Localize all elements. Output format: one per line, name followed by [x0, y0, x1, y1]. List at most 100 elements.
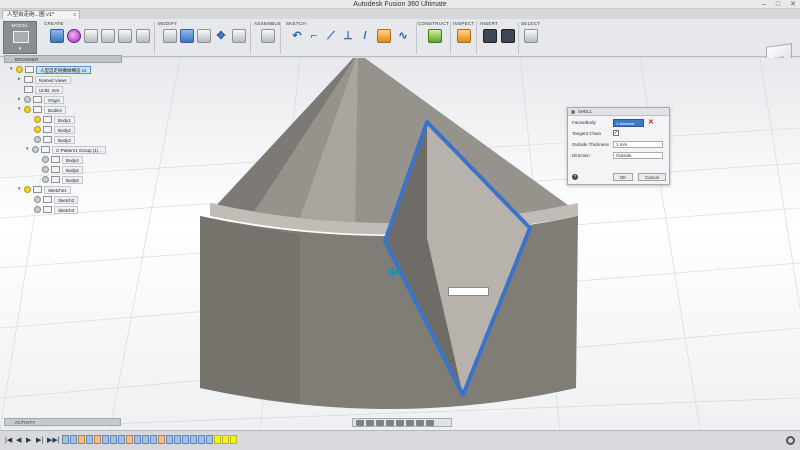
group-select-label[interactable]: SELECT: [521, 21, 540, 26]
sketch-palette-icon[interactable]: [377, 29, 391, 43]
timeline-feature[interactable]: [174, 435, 181, 444]
timeline-feature-active[interactable]: [222, 435, 229, 444]
timeline-feature[interactable]: [118, 435, 125, 444]
direction-select[interactable]: Outside: [613, 152, 663, 159]
pan-icon[interactable]: [376, 419, 384, 426]
measure-icon[interactable]: [457, 29, 471, 43]
timeline-feature[interactable]: [126, 435, 133, 444]
group-modify-label[interactable]: MODIFY: [158, 21, 177, 26]
viewports-icon[interactable]: [426, 419, 434, 426]
shell-dialog-header[interactable]: SHELL: [568, 108, 669, 116]
new-component-icon[interactable]: [50, 29, 64, 43]
group-inspect-label[interactable]: INSPECT: [453, 21, 475, 26]
hole-icon[interactable]: [118, 29, 132, 43]
timeline-feature[interactable]: [70, 435, 77, 444]
play-icon[interactable]: ▶: [26, 436, 31, 444]
group-create-label[interactable]: CREATE: [44, 21, 64, 26]
browser-item-body5[interactable]: Body5: [42, 165, 83, 174]
browser-item-body3[interactable]: Body3: [34, 135, 75, 144]
browser-item-body1[interactable]: Body1: [34, 115, 75, 124]
ok-button[interactable]: OK: [613, 173, 633, 181]
offset-plane-icon[interactable]: [428, 29, 442, 43]
clear-selection-icon[interactable]: ✕: [648, 118, 654, 126]
joint-icon[interactable]: [261, 29, 275, 43]
press-pull-icon[interactable]: [163, 29, 177, 43]
browser-item-bodies[interactable]: ▾ Bodies: [18, 105, 66, 114]
spline-icon[interactable]: ∿: [396, 29, 410, 43]
browser-header[interactable]: BROWSER: [4, 55, 122, 63]
browser-item-named-views[interactable]: ▸ Named Views: [18, 75, 71, 84]
timeline-feature[interactable]: [158, 435, 165, 444]
timeline-feature-active[interactable]: [214, 435, 221, 444]
extrude-icon[interactable]: [84, 29, 98, 43]
revolve-icon[interactable]: [101, 29, 115, 43]
timeline-feature[interactable]: [62, 435, 69, 444]
timeline-feature[interactable]: [150, 435, 157, 444]
timeline-feature[interactable]: [94, 435, 101, 444]
timeline-feature[interactable]: [78, 435, 85, 444]
project-icon[interactable]: ⊥: [341, 29, 355, 43]
timeline-feature[interactable]: [86, 435, 93, 444]
move-icon[interactable]: ✥: [214, 29, 228, 43]
browser-item-units[interactable]: Units: mm: [24, 85, 64, 94]
browser-item-sketches[interactable]: ▾ Sketches: [18, 185, 71, 194]
timeline-feature[interactable]: [190, 435, 197, 444]
activity-panel[interactable]: ACTIVITY: [4, 418, 121, 426]
cancel-button[interactable]: Cancel: [638, 173, 666, 181]
group-insert-label[interactable]: INSERT: [480, 21, 498, 26]
maximize-button[interactable]: □: [776, 0, 780, 9]
close-tab-icon[interactable]: x: [73, 11, 76, 19]
browser-item-sketch2[interactable]: Sketch2: [34, 195, 79, 204]
minimize-button[interactable]: –: [762, 0, 766, 9]
faces-selection-button[interactable]: 1 selected: [613, 119, 644, 127]
timeline-feature[interactable]: [198, 435, 205, 444]
insert-image-icon[interactable]: [483, 29, 497, 43]
fit-icon[interactable]: [396, 419, 404, 426]
tangent-chain-checkbox[interactable]: ✓: [613, 130, 619, 136]
line-icon[interactable]: /: [358, 29, 372, 43]
timeline-feature[interactable]: [206, 435, 213, 444]
fillet-sketch-icon[interactable]: ⌐: [307, 29, 321, 43]
chamfer-icon[interactable]: [197, 29, 211, 43]
browser-item-body4[interactable]: Body4: [42, 155, 83, 164]
timeline-feature[interactable]: [182, 435, 189, 444]
go-to-start-icon[interactable]: |◀: [5, 436, 12, 444]
browser-item-pattern-group[interactable]: ▾ C-Pattern1 Group (1)...: [26, 145, 107, 154]
group-assemble-label[interactable]: ASSEMBLE: [254, 21, 281, 26]
arc-sketch-icon[interactable]: ↶: [290, 29, 304, 43]
go-to-end-icon[interactable]: ▶▶|: [47, 436, 60, 444]
browser-item-body6[interactable]: Body6: [42, 175, 83, 184]
close-window-button[interactable]: ✕: [790, 0, 796, 9]
browser-item-sketch3[interactable]: Sketch3: [34, 205, 79, 214]
browser-root[interactable]: ▾ 人型自走砲機械構造 v1: [10, 65, 91, 74]
step-forward-icon[interactable]: ▶|: [36, 436, 43, 444]
help-icon[interactable]: ?: [572, 174, 578, 180]
workspace-switcher[interactable]: MODEL ▾: [3, 21, 37, 54]
look-at-icon[interactable]: [366, 419, 374, 426]
insert-mesh-icon[interactable]: [501, 29, 515, 43]
group-construct-label[interactable]: CONSTRUCT: [418, 21, 449, 26]
group-sketch-label[interactable]: SKETCH: [286, 21, 306, 26]
select-icon[interactable]: [524, 29, 538, 43]
thickness-input[interactable]: 1 mm: [613, 141, 663, 148]
distance-input[interactable]: [448, 287, 489, 296]
timeline-feature[interactable]: [166, 435, 173, 444]
timeline-feature[interactable]: [142, 435, 149, 444]
sculpt-icon[interactable]: [67, 29, 81, 43]
timeline-feature[interactable]: [110, 435, 117, 444]
timeline-feature-active[interactable]: [230, 435, 237, 444]
fillet-icon[interactable]: [180, 29, 194, 43]
grid-settings-icon[interactable]: [416, 419, 424, 426]
document-tab[interactable]: 人型自走砲...圖 v1* x: [2, 10, 80, 19]
trim-icon[interactable]: ⟋: [324, 29, 338, 43]
display-settings-icon[interactable]: [406, 419, 414, 426]
shell-create-icon[interactable]: [136, 29, 150, 43]
timeline-feature[interactable]: [102, 435, 109, 444]
zoom-icon[interactable]: [386, 419, 394, 426]
browser-item-body2[interactable]: Body2: [34, 125, 75, 134]
timeline-feature[interactable]: [134, 435, 141, 444]
cone-body[interactable]: [214, 58, 572, 226]
orbit-icon[interactable]: [356, 419, 364, 426]
step-back-icon[interactable]: ◀: [16, 436, 21, 444]
combine-icon[interactable]: [232, 29, 246, 43]
